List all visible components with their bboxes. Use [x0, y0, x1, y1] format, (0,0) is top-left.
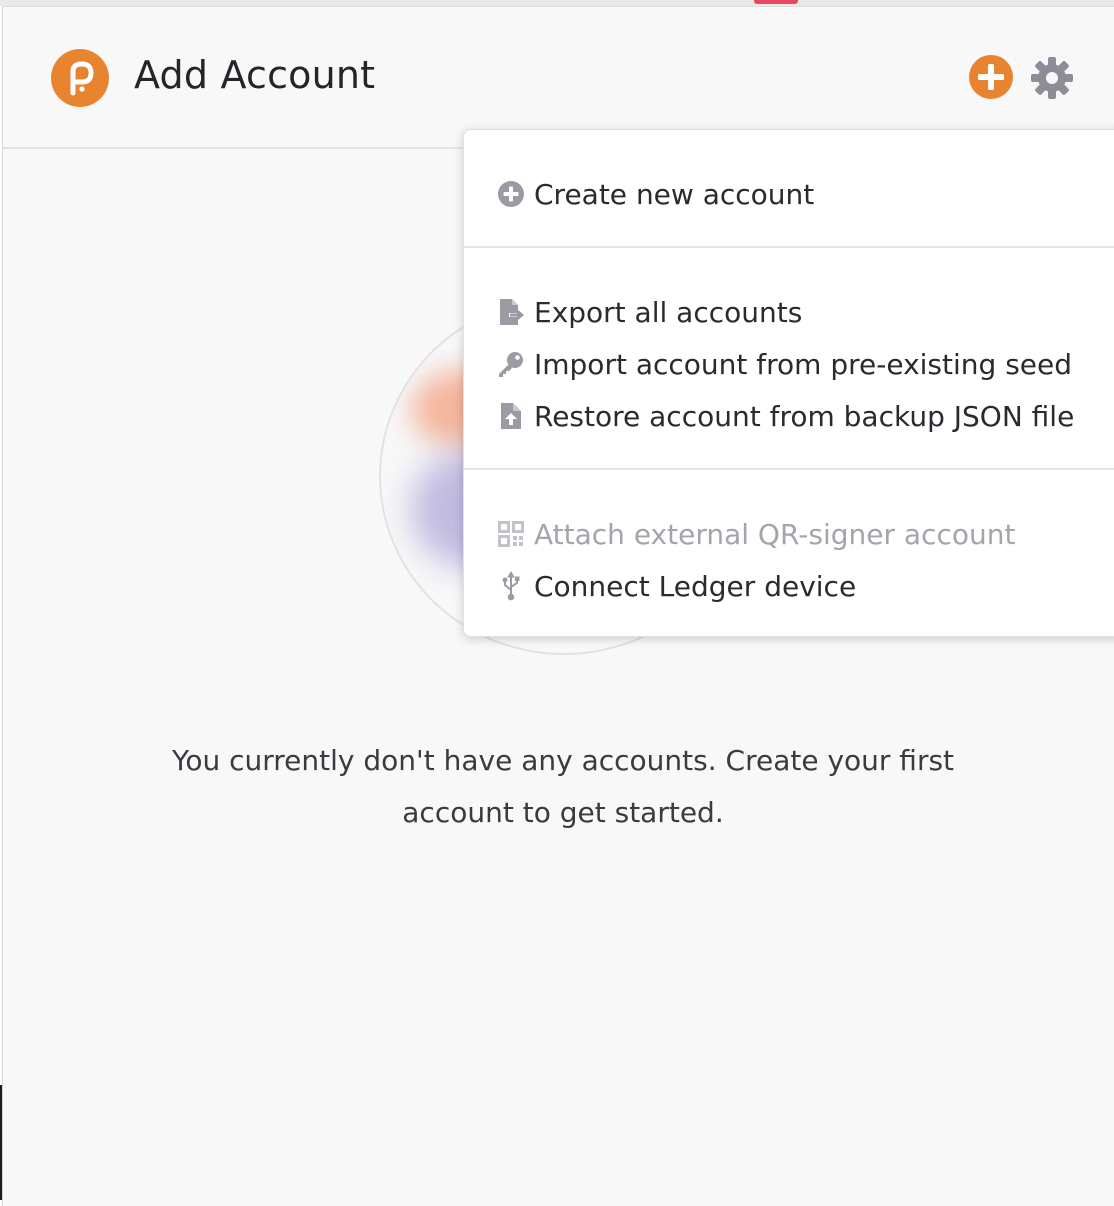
- file-upload-icon: [496, 401, 526, 431]
- file-export-icon: [496, 297, 526, 327]
- menu-item-attach-qr-signer: Attach external QR-signer account: [496, 512, 1015, 556]
- empty-state-message: You currently don't have any accounts. C…: [123, 735, 1003, 839]
- empty-state-line-1: You currently don't have any accounts. C…: [171, 744, 955, 777]
- menu-item-label: Attach external QR-signer account: [534, 517, 1016, 551]
- empty-state-line-2: account to get started.: [402, 796, 724, 829]
- page-title: Add Account: [134, 53, 376, 97]
- header: Add Account: [3, 7, 1114, 149]
- extension-popup: Add Account You currently don't have any…: [2, 6, 1114, 1206]
- plus-icon: [978, 64, 1004, 90]
- key-icon: [496, 349, 526, 379]
- menu-item-restore-from-json[interactable]: Restore account from backup JSON file: [496, 394, 1074, 438]
- menu-section-hardware: Attach external QR-signer account Connec…: [464, 470, 1114, 638]
- add-account-button[interactable]: [969, 55, 1013, 99]
- settings-button[interactable]: [1029, 55, 1075, 101]
- menu-item-import-from-seed[interactable]: Import account from pre-existing seed: [496, 342, 1072, 386]
- gear-icon: [1031, 57, 1073, 99]
- menu-item-label: Connect Ledger device: [534, 569, 857, 603]
- menu-section-import: Export all accounts Import account from …: [464, 248, 1114, 470]
- polkadot-logo-icon[interactable]: [51, 49, 109, 107]
- menu-item-label: Export all accounts: [534, 295, 803, 329]
- add-account-menu: Create new account Export all accounts I…: [463, 129, 1114, 637]
- menu-item-label: Create new account: [534, 177, 815, 211]
- menu-item-label: Restore account from backup JSON file: [534, 399, 1075, 433]
- qrcode-icon: [496, 519, 526, 549]
- menu-item-create-new-account[interactable]: Create new account: [496, 172, 814, 216]
- menu-item-connect-ledger[interactable]: Connect Ledger device: [496, 564, 856, 608]
- browser-tab-accent: [754, 0, 798, 4]
- usb-icon: [496, 571, 526, 601]
- menu-item-export-all-accounts[interactable]: Export all accounts: [496, 290, 802, 334]
- menu-section-create: Create new account: [464, 130, 1114, 248]
- window-edge-mark: [0, 1085, 2, 1200]
- menu-item-label: Import account from pre-existing seed: [534, 347, 1073, 381]
- plus-circle-icon: [496, 179, 526, 209]
